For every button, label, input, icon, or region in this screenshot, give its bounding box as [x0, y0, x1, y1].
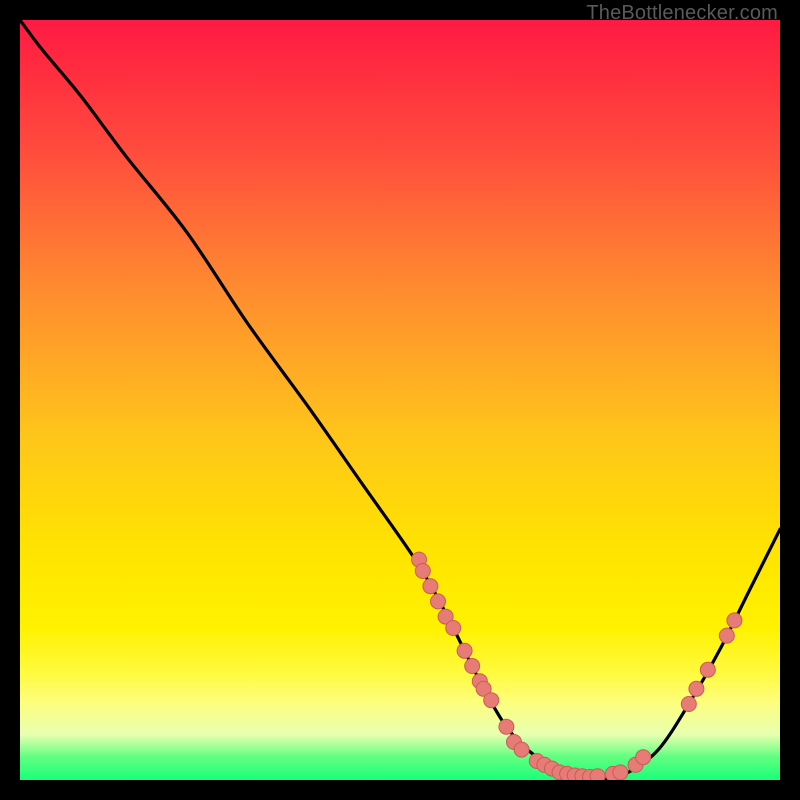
data-marker: [514, 742, 529, 757]
data-marker: [446, 621, 461, 636]
plot-area: [20, 20, 780, 780]
data-marker: [415, 564, 430, 579]
data-marker: [636, 750, 651, 765]
chart-frame: TheBottlenecker.com: [0, 0, 800, 800]
data-marker: [700, 662, 715, 677]
data-marker: [689, 681, 704, 696]
data-marker: [499, 719, 514, 734]
data-marker: [590, 769, 605, 780]
data-marker: [681, 697, 696, 712]
data-marker: [431, 594, 446, 609]
data-marker: [423, 579, 438, 594]
data-marker: [484, 693, 499, 708]
data-markers: [412, 552, 742, 780]
data-marker: [457, 643, 472, 658]
data-marker: [465, 659, 480, 674]
data-marker: [719, 628, 734, 643]
data-marker: [727, 613, 742, 628]
data-marker: [613, 765, 628, 780]
chart-curve-svg: [20, 20, 780, 780]
curve-line: [20, 20, 780, 780]
attribution-label: TheBottlenecker.com: [586, 2, 778, 25]
